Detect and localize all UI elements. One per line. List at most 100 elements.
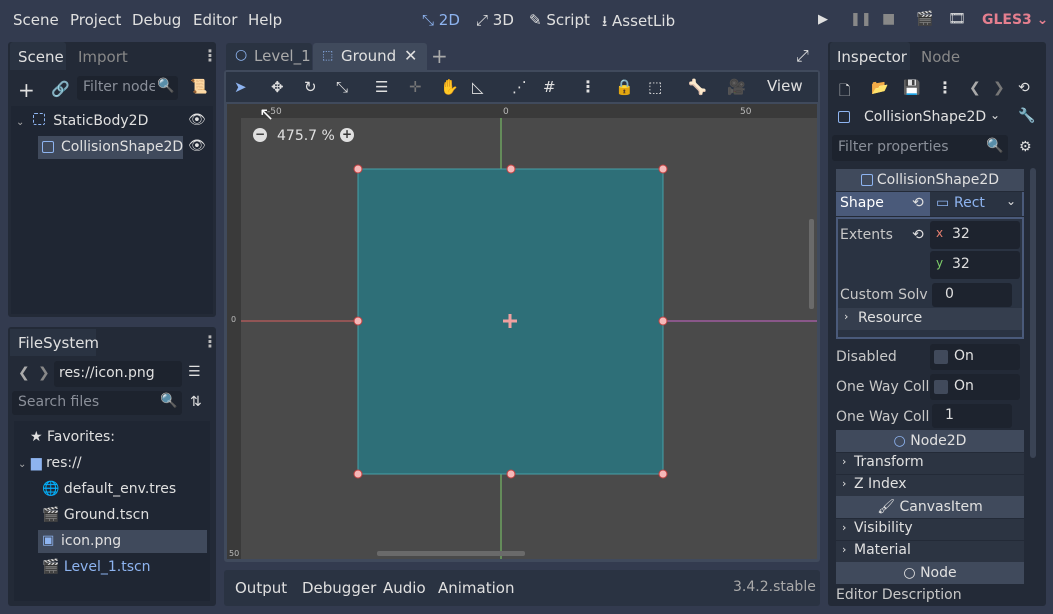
settings-icon[interactable]: ⚙ — [1019, 139, 1032, 155]
zoom-out-icon[interactable]: − — [253, 128, 267, 142]
revert-icon[interactable]: ⟲ — [912, 227, 924, 243]
pivot-tool-icon[interactable]: ✛ — [409, 78, 422, 96]
tab-node[interactable]: Node — [921, 48, 960, 66]
tab-scene[interactable]: Scene — [18, 48, 64, 66]
tree-node-collisionshape2d[interactable]: CollisionShape2D — [38, 136, 183, 159]
menu-scene[interactable]: Scene — [13, 11, 59, 29]
zoom-level[interactable]: 475.7 % — [277, 128, 335, 144]
shape-handle[interactable] — [353, 469, 363, 479]
shape-handle[interactable] — [658, 164, 668, 174]
history-back-icon[interactable]: ❮ — [969, 80, 981, 96]
inspector-filter-input[interactable]: Filter properties 🔍 — [832, 135, 1008, 161]
new-resource-icon[interactable]: 🗋 — [839, 80, 850, 104]
smart-snap-icon[interactable]: ⋰ — [512, 78, 527, 96]
workspace-2d-button[interactable]: ⤡ 2D — [422, 11, 460, 29]
ruler-tool-icon[interactable]: ◺ — [472, 78, 484, 96]
file-item[interactable]: 🎬 Ground.tscn — [42, 507, 149, 523]
view-menu[interactable]: View — [767, 77, 803, 95]
resource-menu-icon[interactable]: ⋮ — [937, 78, 953, 97]
visibility-section[interactable]: › Visibility — [836, 519, 1024, 540]
custom-solver-input[interactable]: 0 — [932, 283, 1012, 307]
script-attach-icon[interactable]: 📜 — [190, 79, 207, 95]
zindex-section[interactable]: › Z Index — [836, 475, 1024, 496]
menu-editor[interactable]: Editor — [193, 11, 237, 29]
menu-help[interactable]: Help — [248, 11, 282, 29]
workspace-script-button[interactable]: ✎ Script — [529, 11, 590, 29]
zoom-in-icon[interactable]: + — [340, 128, 354, 142]
history-icon[interactable]: ⟲ — [1018, 80, 1030, 96]
back-icon[interactable]: ❮ — [18, 365, 30, 381]
filesystem-menu-icon[interactable]: ⋮ — [202, 332, 218, 351]
pan-tool-icon[interactable]: ✋ — [440, 78, 459, 96]
history-forward-icon[interactable]: ❯ — [993, 80, 1005, 96]
play-icon[interactable]: ▶ — [818, 12, 828, 27]
camera-override-icon[interactable]: 🎥 — [727, 78, 746, 96]
inspector-scrollbar[interactable] — [1030, 168, 1036, 458]
file-item[interactable]: 🌐 default_env.tres — [42, 481, 176, 497]
filesystem-path-input[interactable]: res://icon.png — [54, 361, 182, 387]
play-scene-icon[interactable]: 🎬 — [916, 11, 933, 27]
shape-handle[interactable] — [658, 316, 668, 326]
skeleton-icon[interactable]: 🦴 — [688, 78, 707, 96]
audio-tab[interactable]: Audio — [383, 579, 426, 597]
shape-handle[interactable] — [658, 469, 668, 479]
material-section[interactable]: › Material — [836, 541, 1024, 562]
menu-debug[interactable]: Debug — [132, 11, 181, 29]
renderer-select[interactable]: GLES3 ⌄ — [982, 12, 1048, 28]
filesystem-title[interactable]: FileSystem — [18, 334, 99, 352]
extents-x-input[interactable]: x 32 — [930, 221, 1020, 249]
open-resource-icon[interactable]: 📂 — [871, 80, 888, 96]
save-resource-icon[interactable]: 💾 — [903, 80, 920, 96]
workspace-3d-button[interactable]: ⤢ 3D — [476, 11, 514, 29]
animation-tab[interactable]: Animation — [438, 579, 514, 597]
shape-resource-picker[interactable]: ▭ Rect ⌄ — [930, 192, 1022, 216]
stop-icon[interactable]: ■ — [882, 11, 895, 27]
scene-filter-input[interactable]: Filter nodes 🔍 — [77, 76, 178, 100]
snap-options-icon[interactable]: ⋮ — [580, 77, 596, 96]
file-item[interactable]: 🎬 Level_1.tscn — [42, 559, 151, 575]
rotate-tool-icon[interactable]: ↻ — [304, 78, 317, 96]
distraction-free-icon[interactable]: ⤢ — [796, 46, 809, 66]
filesystem-search-input[interactable]: Search files 🔍 — [12, 391, 182, 415]
new-tab-icon[interactable]: + — [431, 44, 448, 68]
output-tab[interactable]: Output — [235, 579, 287, 597]
tab-ground[interactable]: ⬚ Ground ✕ — [313, 43, 427, 70]
move-tool-icon[interactable]: ✥ — [271, 78, 284, 96]
favorites-item[interactable]: ★ Favorites: — [30, 429, 115, 445]
play-custom-scene-icon[interactable]: 🎞 — [948, 11, 966, 27]
visibility-eye-icon[interactable]: 👁 — [188, 138, 206, 154]
canvas-viewport[interactable]: -50 0 50 0 50 − 475.7 % + — [227, 104, 817, 559]
lock-icon[interactable]: 🔒 — [615, 78, 634, 96]
add-node-icon[interactable]: + — [18, 78, 35, 102]
one-way-checkbox[interactable]: On — [930, 374, 1020, 400]
file-item-selected[interactable]: ▣ icon.png — [38, 530, 207, 553]
group-icon[interactable]: ⬚ — [648, 78, 662, 96]
tab-import[interactable]: Import — [78, 48, 128, 66]
pause-icon[interactable]: ❚❚ — [850, 12, 872, 27]
scale-tool-icon[interactable]: ⤡ — [336, 78, 348, 96]
tree-node-staticbody2d[interactable]: ⌄ StaticBody2D — [16, 113, 148, 129]
instance-scene-icon[interactable]: 🔗 — [51, 80, 70, 98]
split-view-icon[interactable]: ☰ — [188, 364, 201, 380]
shape-handle[interactable] — [353, 164, 363, 174]
vertical-scrollbar[interactable] — [809, 219, 814, 309]
grid-snap-icon[interactable]: # — [543, 78, 556, 96]
forward-icon[interactable]: ❯ — [38, 365, 50, 381]
transform-section[interactable]: › Transform — [836, 453, 1024, 474]
extents-y-input[interactable]: y 32 — [930, 251, 1020, 279]
res-folder-item[interactable]: ⌄ ▆ res:// — [18, 455, 82, 471]
menu-project[interactable]: Project — [70, 11, 121, 29]
resource-section[interactable]: › Resource — [838, 308, 1022, 330]
object-properties-icon[interactable]: 🔧 — [1018, 108, 1035, 124]
tab-level1[interactable]: ○ Level_1 — [226, 43, 312, 70]
sort-icon[interactable]: ⇅ — [190, 394, 202, 410]
disabled-checkbox[interactable]: On — [930, 344, 1020, 370]
shape-handle[interactable] — [506, 469, 516, 479]
shape-handle[interactable] — [506, 164, 516, 174]
tab-inspector[interactable]: Inspector — [837, 48, 907, 66]
one-way-margin-input[interactable]: 1 — [932, 404, 1012, 428]
debugger-tab[interactable]: Debugger — [302, 579, 376, 597]
close-icon[interactable]: ✕ — [404, 46, 417, 65]
revert-icon[interactable]: ⟲ — [912, 195, 924, 211]
visibility-eye-icon[interactable]: 👁 — [188, 112, 206, 128]
